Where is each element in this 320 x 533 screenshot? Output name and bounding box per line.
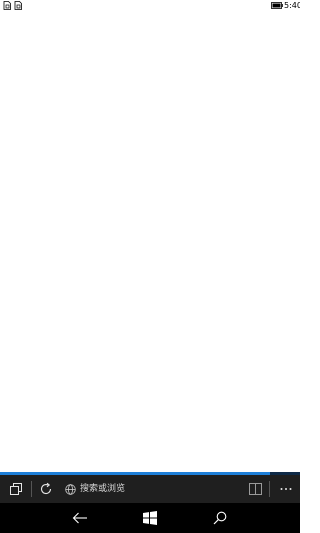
status-time: 5:40 bbox=[284, 1, 300, 10]
search-button[interactable] bbox=[200, 503, 240, 533]
notification-doc-icon bbox=[3, 1, 11, 10]
browser-toolbar: 搜索或浏览 bbox=[0, 475, 300, 503]
start-button[interactable] bbox=[130, 503, 170, 533]
battery-icon bbox=[271, 2, 283, 9]
back-button[interactable] bbox=[60, 503, 100, 533]
address-bar-globe bbox=[63, 475, 77, 503]
address-input[interactable]: 搜索或浏览 bbox=[80, 475, 125, 503]
tabs-button[interactable] bbox=[6, 475, 26, 503]
more-icon bbox=[280, 488, 292, 490]
globe-icon bbox=[64, 483, 76, 495]
toolbar-divider bbox=[31, 481, 32, 497]
navigation-bar bbox=[0, 503, 300, 533]
reading-view-button[interactable] bbox=[245, 475, 265, 503]
tabs-icon bbox=[10, 483, 22, 495]
more-button[interactable] bbox=[276, 475, 296, 503]
reading-view-icon bbox=[248, 483, 262, 495]
windows-start-icon bbox=[143, 511, 157, 525]
back-icon bbox=[72, 512, 87, 524]
toolbar-divider bbox=[269, 481, 270, 497]
search-icon bbox=[213, 511, 227, 525]
notification-doc-icon bbox=[14, 1, 22, 10]
status-bar: 5:40 bbox=[0, 0, 300, 12]
refresh-button[interactable] bbox=[36, 475, 56, 503]
phone-screen: 5:40 搜索或浏览 bbox=[0, 0, 300, 533]
web-content-area[interactable] bbox=[0, 12, 300, 472]
refresh-icon bbox=[41, 482, 52, 495]
